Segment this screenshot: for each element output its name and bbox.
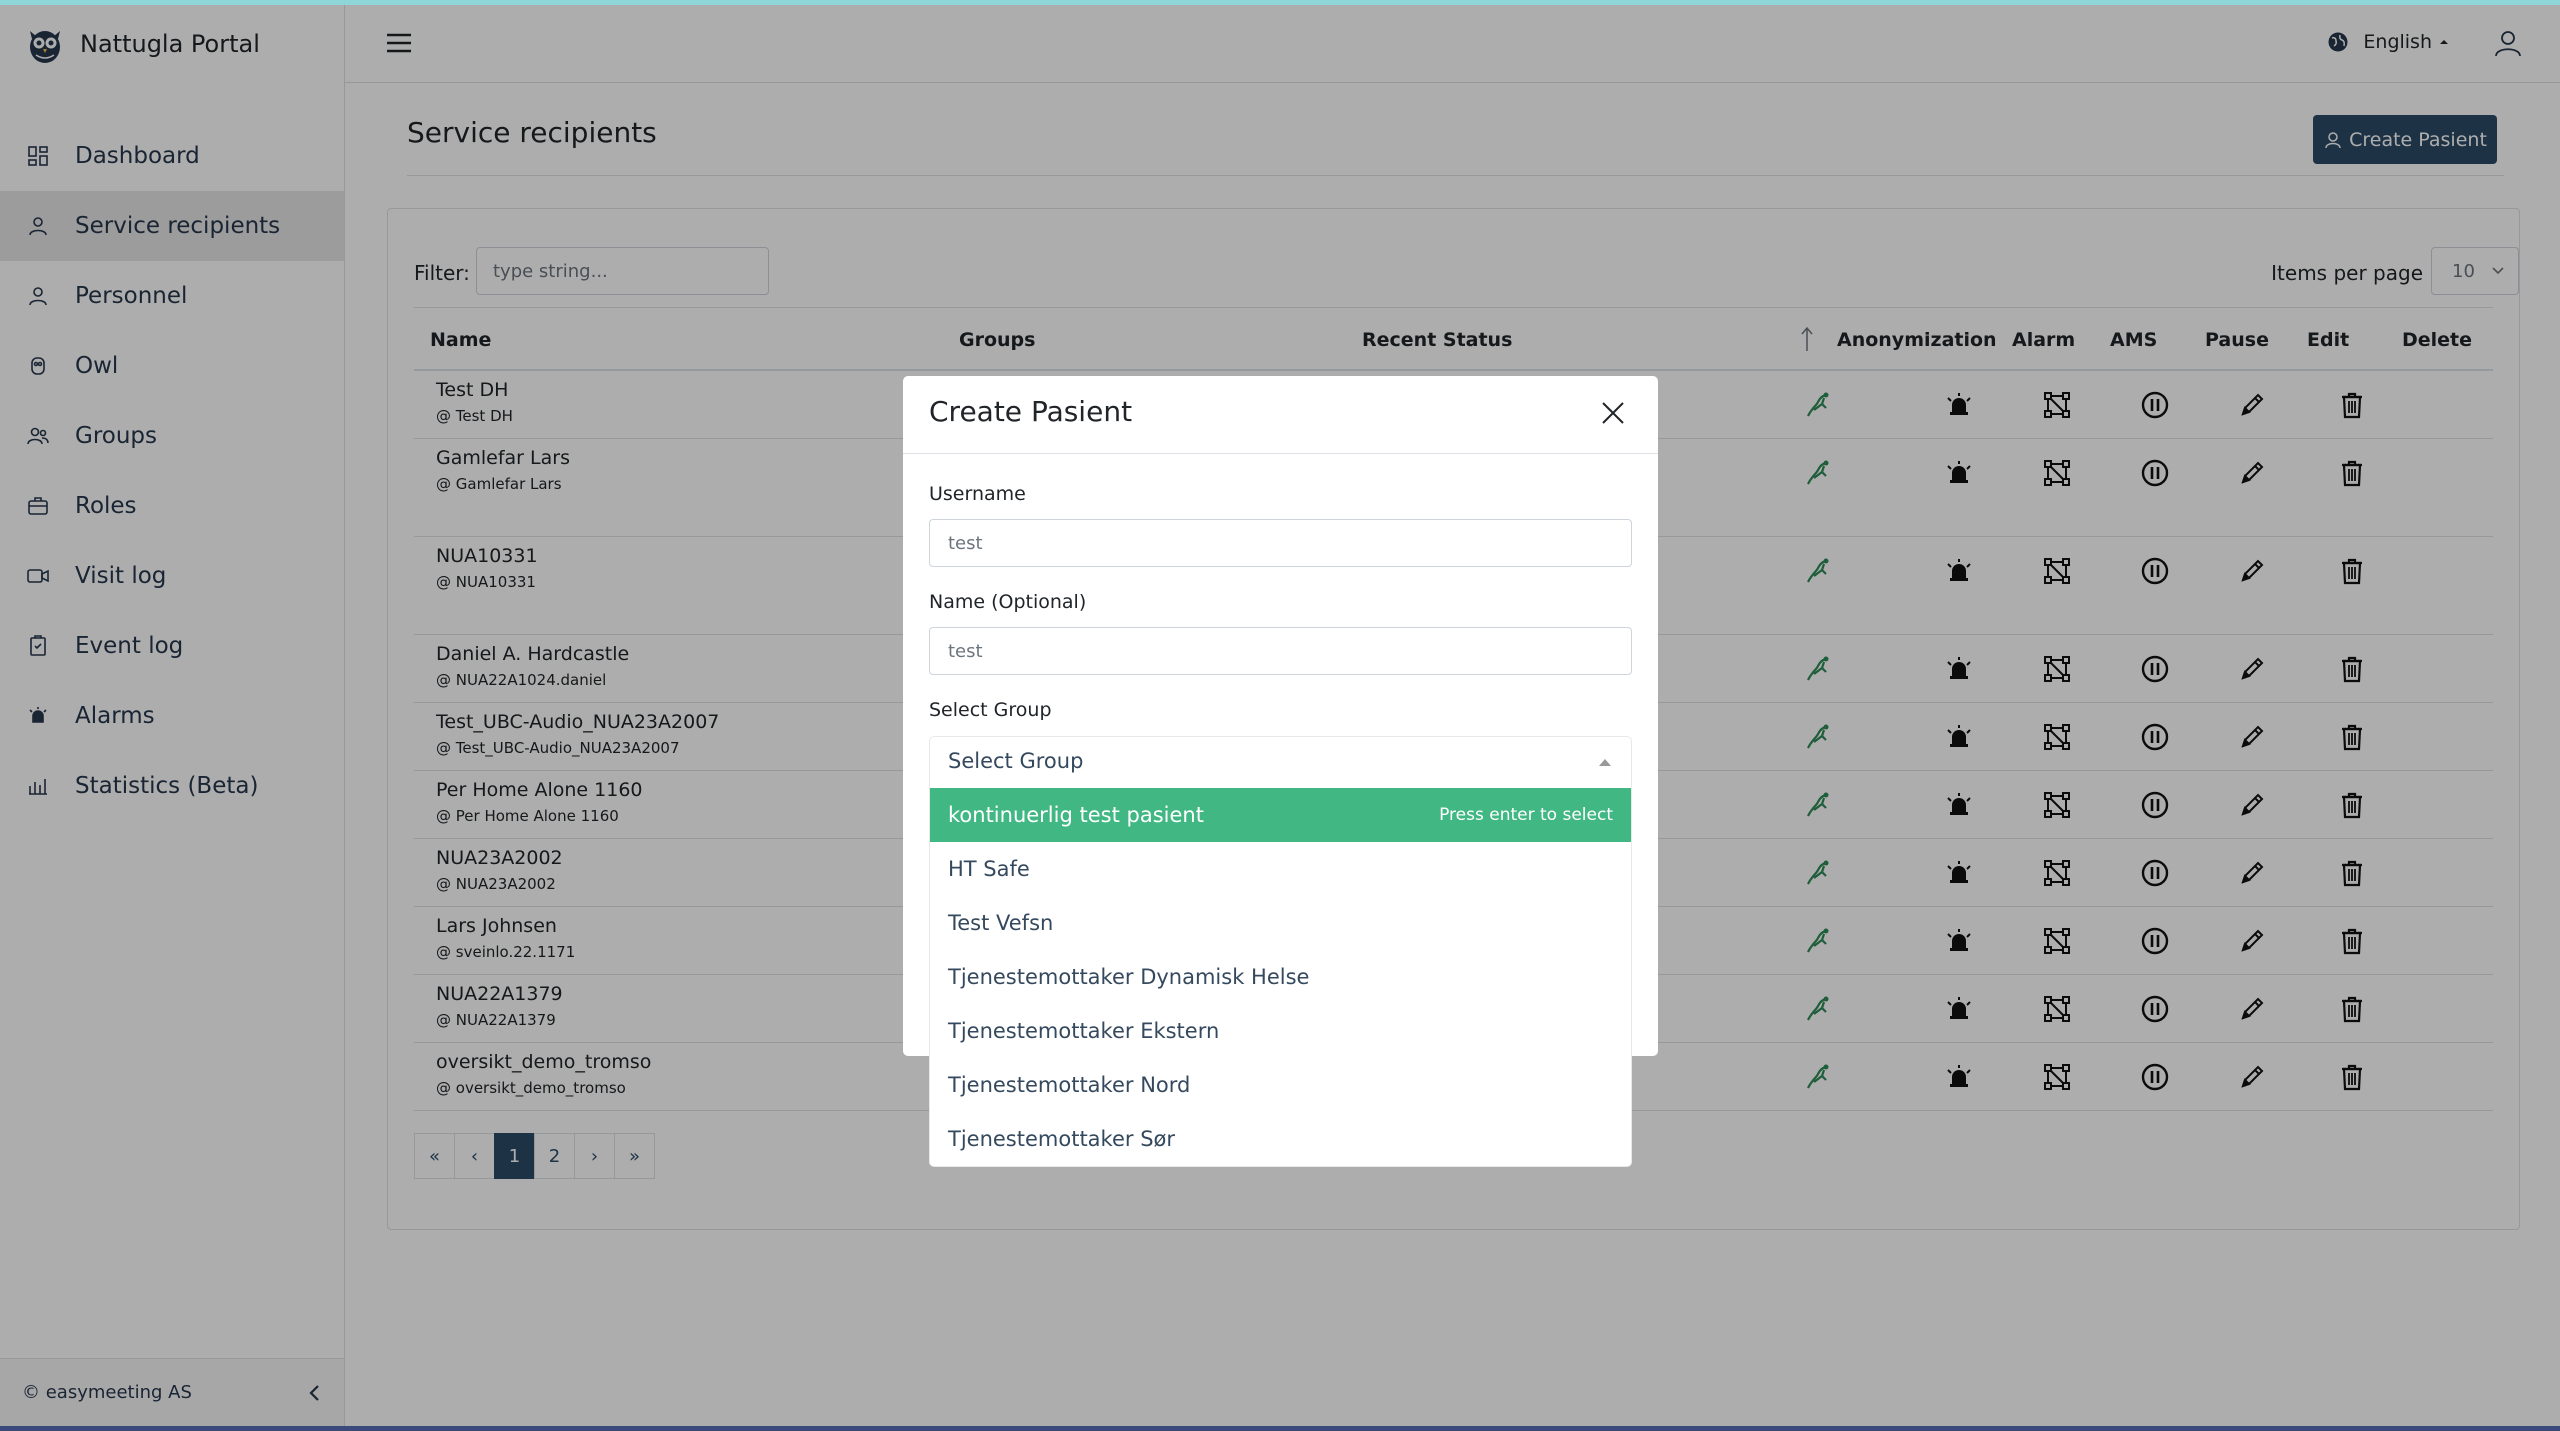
- modal-title: Create Pasient: [929, 395, 1133, 428]
- group-option[interactable]: Tjenestemottaker Nord: [930, 1058, 1631, 1112]
- name-label: Name (Optional): [929, 591, 1087, 613]
- top-accent-line: [0, 0, 2560, 5]
- group-option-label: Test Vefsn: [948, 911, 1054, 935]
- group-option[interactable]: Test Vefsn: [930, 896, 1631, 950]
- group-search-input[interactable]: Select Group: [948, 749, 1083, 773]
- select-hint: Press enter to select: [1439, 805, 1613, 825]
- username-label: Username: [929, 483, 1026, 505]
- group-option-label: Tjenestemottaker Sør: [948, 1127, 1176, 1151]
- modal-header: Create Pasient: [903, 376, 1658, 454]
- group-option[interactable]: HT Safe: [930, 842, 1631, 896]
- name-input[interactable]: test: [929, 627, 1632, 675]
- group-option-label: kontinuerlig test pasient: [948, 803, 1204, 827]
- create-pasient-modal: Create Pasient Username test Name (Optio…: [903, 376, 1658, 1167]
- group-options-list: kontinuerlig test pasient Press enter to…: [929, 788, 1632, 1167]
- group-option[interactable]: Tjenestemottaker Dynamisk Helse: [930, 950, 1631, 1004]
- group-option[interactable]: kontinuerlig test pasient Press enter to…: [930, 788, 1631, 842]
- select-group-label: Select Group: [929, 699, 1052, 721]
- group-option[interactable]: Tjenestemottaker Ekstern: [930, 1004, 1631, 1058]
- group-option-label: HT Safe: [948, 857, 1030, 881]
- group-select[interactable]: Select Group: [929, 736, 1632, 788]
- caret-up-icon[interactable]: [1599, 759, 1611, 766]
- username-input[interactable]: test: [929, 519, 1632, 567]
- bottom-edge: [0, 1426, 2560, 1431]
- group-option[interactable]: Tjenestemottaker Sør: [930, 1112, 1631, 1166]
- group-option-label: Tjenestemottaker Nord: [948, 1073, 1191, 1097]
- group-option-label: Tjenestemottaker Dynamisk Helse: [948, 965, 1310, 989]
- group-option-label: Tjenestemottaker Ekstern: [948, 1019, 1220, 1043]
- close-icon[interactable]: [1598, 398, 1628, 428]
